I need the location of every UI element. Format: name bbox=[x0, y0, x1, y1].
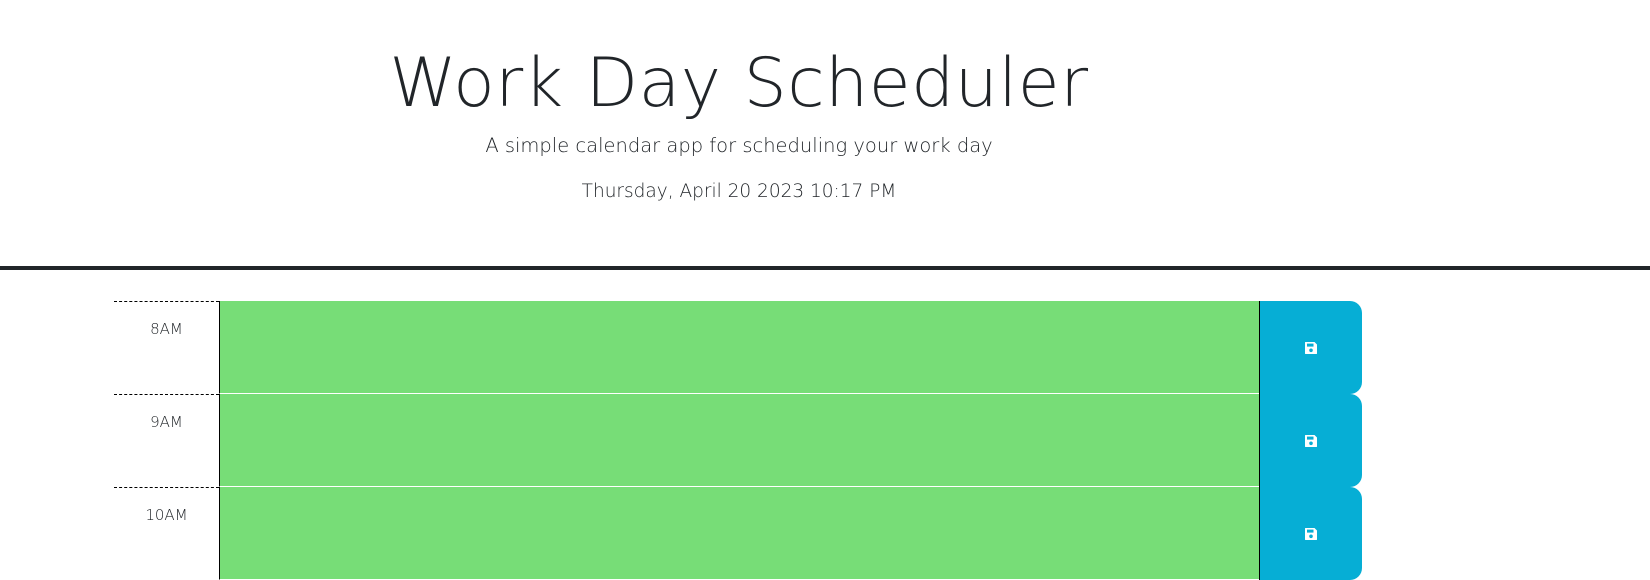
time-block-list: 8AM 9AM 10AM bbox=[114, 301, 1364, 580]
time-block-8am: 8AM bbox=[114, 301, 1364, 394]
jumbotron-header: Work Day Scheduler A simple calendar app… bbox=[0, 0, 1650, 270]
save-icon bbox=[1305, 527, 1317, 540]
save-button[interactable] bbox=[1259, 394, 1362, 487]
hour-label: 9AM bbox=[114, 394, 219, 487]
current-day: Thursday, April 20 2023 10:17 PM bbox=[581, 181, 897, 202]
page-subtitle: A simple calendar app for scheduling you… bbox=[485, 134, 993, 157]
time-block-9am: 9AM bbox=[114, 394, 1364, 487]
description-textarea[interactable] bbox=[219, 487, 1259, 580]
hour-label: 8AM bbox=[114, 301, 219, 394]
save-button[interactable] bbox=[1259, 301, 1362, 394]
description-textarea[interactable] bbox=[219, 394, 1259, 487]
page-title: Work Day Scheduler bbox=[389, 44, 1089, 123]
save-icon bbox=[1305, 341, 1317, 354]
save-icon bbox=[1305, 434, 1317, 447]
time-block-10am: 10AM bbox=[114, 487, 1364, 580]
save-button[interactable] bbox=[1259, 487, 1362, 580]
description-textarea[interactable] bbox=[219, 301, 1259, 394]
hour-label: 10AM bbox=[114, 487, 219, 580]
